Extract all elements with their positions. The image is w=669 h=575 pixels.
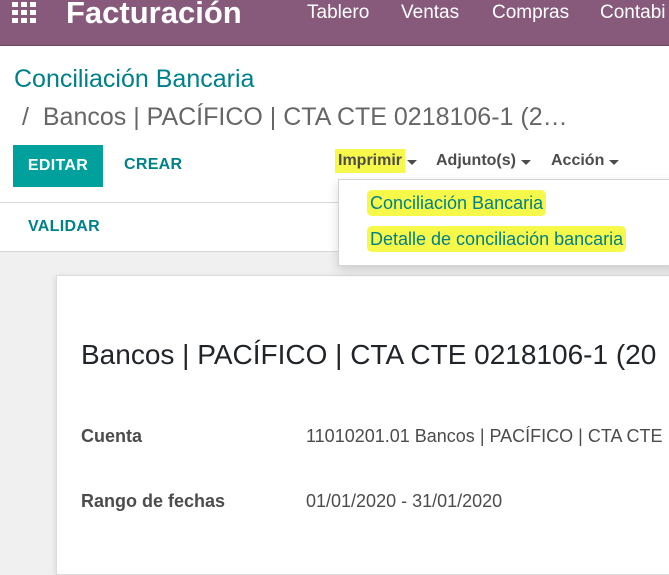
field-value-date-range: 01/01/2020 - 31/01/2020 [306, 491, 503, 511]
print-menu-item-label: Conciliación Bancaria [370, 193, 544, 213]
create-button[interactable]: CREAR [124, 156, 182, 174]
menu-item-tablero[interactable]: Tablero [307, 2, 369, 24]
breadcrumb-current: / Bancos | PACÍFICO | CTA CTE 0218106-1 … [22, 103, 568, 132]
print-menu-item-reconciliation[interactable]: Conciliación Bancaria [370, 193, 544, 214]
form-sheet: Bancos | PACÍFICO | CTA CTE 0218106-1 (2… [56, 275, 669, 575]
grid-icon[interactable] [12, 2, 42, 24]
breadcrumb-current-label: Bancos | PACÍFICO | CTA CTE 0218106-1 (2… [42, 103, 568, 131]
top-navbar: Facturación Tablero Ventas Compras Conta… [0, 0, 669, 46]
action-label: Acción [551, 152, 605, 169]
field-label-account: Cuenta [81, 426, 143, 446]
caret-down-icon [407, 159, 418, 165]
breadcrumb-root[interactable]: Conciliación Bancaria [14, 65, 254, 94]
field-label-date-range: Rango de fechas [81, 491, 226, 511]
caret-down-icon [609, 159, 620, 165]
edit-button[interactable]: EDITAR [13, 145, 103, 187]
print-menu-item-reconciliation-detail[interactable]: Detalle de conciliación bancaria [370, 229, 624, 250]
caret-down-icon [520, 159, 531, 165]
validate-button[interactable]: VALIDAR [28, 218, 100, 236]
menu-item-compras[interactable]: Compras [492, 2, 569, 24]
app-title[interactable]: Facturación [66, 0, 242, 31]
attachments-label: Adjunto(s) [436, 152, 516, 169]
print-menu-item-label: Detalle de conciliación bancaria [370, 229, 624, 249]
breadcrumb-separator: / [22, 103, 29, 131]
print-dropdown-toggle[interactable]: Imprimir [338, 150, 418, 172]
print-label: Imprimir [338, 152, 403, 170]
record-title: Bancos | PACÍFICO | CTA CTE 0218106-1 (2… [81, 339, 657, 370]
menu-item-contabilidad[interactable]: Contabi [600, 2, 666, 24]
print-dropdown-menu: Conciliación Bancaria Detalle de concili… [338, 179, 669, 266]
attachments-dropdown-toggle[interactable]: Adjunto(s) [436, 150, 531, 172]
menu-item-ventas[interactable]: Ventas [401, 2, 459, 24]
field-value-account[interactable]: 11010201.01 Bancos | PACÍFICO | CTA CTE [306, 426, 663, 447]
action-dropdown-toggle[interactable]: Acción [551, 150, 620, 172]
